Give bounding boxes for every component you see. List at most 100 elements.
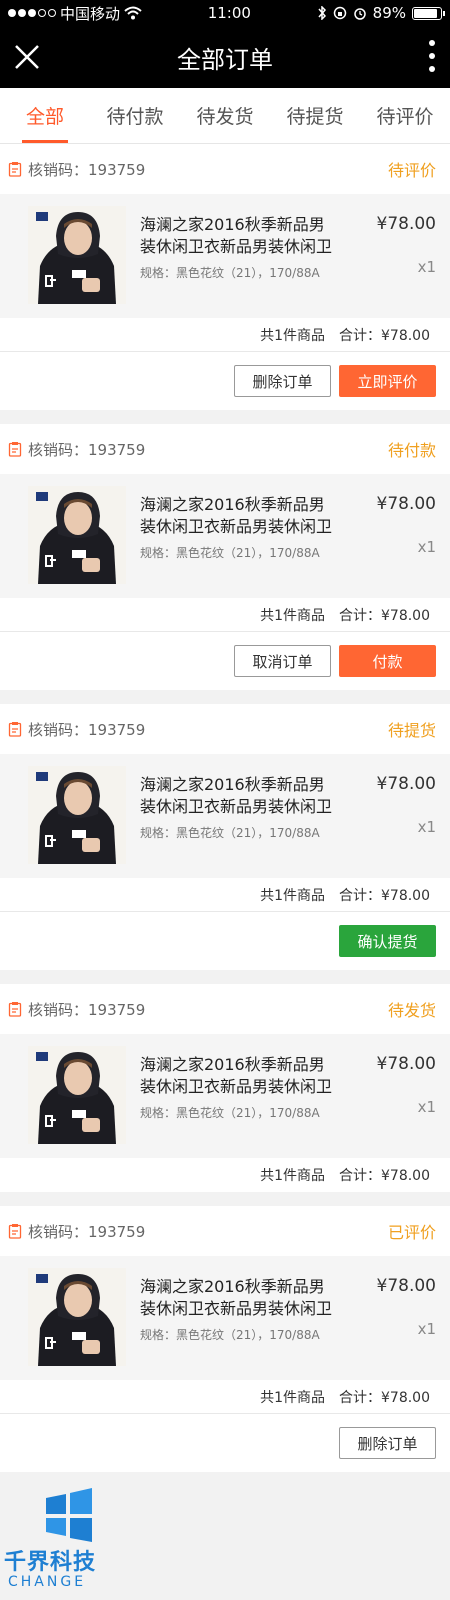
product-price: ¥78.00 [376, 1276, 436, 1296]
clipboard-icon [8, 722, 22, 737]
order-total: 合计：¥78.00 [339, 1168, 430, 1184]
signal-icon [8, 9, 56, 17]
item-count: 共1件商品 [260, 887, 325, 904]
product-image [28, 1046, 126, 1144]
top-bar: 中国移动 11:00 89% 全部订单 [0, 0, 450, 88]
product-image [28, 1268, 126, 1366]
order-header: 核销码：193759 待评价 [0, 144, 450, 194]
item-count: 共1件商品 [260, 1168, 325, 1184]
order-item[interactable]: 海澜之家2016秋季新品男装休闲卫衣新品男装休闲卫衣... 规格：黑色花纹（21… [0, 1256, 450, 1380]
product-name: 海澜之家2016秋季新品男装休闲卫衣新品男装休闲卫衣... [140, 1277, 333, 1318]
item-count: 共1件商品 [260, 327, 325, 344]
order-card[interactable]: 核销码：193759 待提货 海澜之家2016秋季新品男装休闲卫衣新品男装休闲卫… [0, 704, 450, 970]
product-price: ¥78.00 [376, 774, 436, 794]
order-status: 已评价 [387, 1223, 436, 1242]
product-price: ¥78.00 [376, 1054, 436, 1074]
product-quantity: x1 [417, 1320, 436, 1338]
more-options-icon[interactable] [426, 40, 438, 72]
order-status: 待评价 [387, 161, 436, 180]
verification-code: 核销码：193759 [8, 159, 145, 180]
product-name: 海澜之家2016秋季新品男装休闲卫衣新品男装休闲卫衣... [140, 775, 333, 816]
order-card[interactable]: 核销码：193759 待付款 海澜之家2016秋季新品男装休闲卫衣新品男装休闲卫… [0, 424, 450, 690]
order-list-page: 中国移动 11:00 89% 全部订单 全部 待付款 待发货 待提货 待评价 核… [0, 0, 450, 1600]
product-spec: 规格：黑色花纹（21），170/88A [140, 826, 320, 840]
clipboard-icon [8, 1224, 22, 1239]
verification-code-text: 核销码：193759 [28, 1222, 146, 1241]
verification-code-text: 核销码：193759 [28, 440, 146, 459]
tab-pending-pickup[interactable]: 待提货 [270, 88, 360, 143]
watermark-name: 千界科技 [4, 1550, 97, 1575]
product-image [28, 766, 126, 864]
status-bar: 中国移动 11:00 89% [0, 0, 450, 26]
product-quantity: x1 [417, 1098, 436, 1116]
product-name: 海澜之家2016秋季新品男装休闲卫衣新品男装休闲卫衣... [140, 495, 333, 536]
order-summary: 共1件商品 合计：¥78.00 [0, 878, 450, 912]
tab-pending-payment[interactable]: 待付款 [90, 88, 180, 143]
product-quantity: x1 [417, 258, 436, 276]
product-quantity: x1 [417, 818, 436, 836]
cancel-order-button[interactable]: 取消订单 [234, 645, 331, 677]
confirm-pickup-button[interactable]: 确认提货 [339, 925, 436, 957]
item-count: 共1件商品 [260, 607, 325, 624]
title-bar: 全部订单 [0, 26, 450, 88]
verification-code: 核销码：193759 [8, 1221, 145, 1242]
order-header: 核销码：193759 待提货 [0, 704, 450, 754]
product-price: ¥78.00 [376, 214, 436, 234]
tab-pending-shipment[interactable]: 待发货 [180, 88, 270, 143]
delete-order-button[interactable]: 删除订单 [339, 1427, 436, 1459]
battery-percent: 89% [372, 4, 406, 22]
order-card[interactable]: 核销码：193759 待发货 海澜之家2016秋季新品男装休闲卫衣新品男装休闲卫… [0, 984, 450, 1192]
product-name: 海澜之家2016秋季新品男装休闲卫衣新品男装休闲卫衣... [140, 1055, 333, 1096]
verification-code-text: 核销码：193759 [28, 1000, 146, 1019]
close-icon[interactable] [12, 42, 42, 72]
order-actions: 取消订单 付款 [0, 632, 450, 690]
order-status: 待提货 [387, 721, 436, 740]
battery-icon [412, 6, 445, 20]
product-price: ¥78.00 [376, 494, 436, 514]
order-list: 核销码：193759 待评价 海澜之家2016秋季新品男装休闲卫衣新品男装休闲卫… [0, 144, 450, 1472]
review-now-button[interactable]: 立即评价 [339, 365, 436, 397]
order-header: 核销码：193759 待发货 [0, 984, 450, 1034]
product-name: 海澜之家2016秋季新品男装休闲卫衣新品男装休闲卫衣... [140, 215, 333, 256]
product-spec: 规格：黑色花纹（21），170/88A [140, 546, 320, 560]
product-image [28, 486, 126, 584]
tab-pending-review[interactable]: 待评价 [360, 88, 450, 143]
product-image [28, 206, 126, 304]
carrier-label: 中国移动 [60, 4, 121, 23]
pay-button[interactable]: 付款 [339, 645, 436, 677]
order-header: 核销码：193759 待付款 [0, 424, 450, 474]
verification-code-text: 核销码：193759 [28, 720, 146, 739]
order-total: 合计：¥78.00 [339, 607, 430, 624]
order-summary: 共1件商品 合计：¥78.00 [0, 1380, 450, 1414]
order-card[interactable]: 核销码：193759 已评价 海澜之家2016秋季新品男装休闲卫衣新品男装休闲卫… [0, 1206, 450, 1472]
clock: 11:00 [207, 4, 251, 22]
order-tabs: 全部 待付款 待发货 待提货 待评价 [0, 88, 450, 144]
order-actions: 删除订单 立即评价 [0, 352, 450, 410]
product-spec: 规格：黑色花纹（21），170/88A [140, 1106, 320, 1120]
order-status: 待付款 [387, 441, 436, 460]
order-total: 合计：¥78.00 [339, 887, 430, 904]
verification-code: 核销码：193759 [8, 999, 145, 1020]
order-item[interactable]: 海澜之家2016秋季新品男装休闲卫衣新品男装休闲卫衣... 规格：黑色花纹（21… [0, 754, 450, 878]
watermark-sub: CHANGE [8, 1574, 87, 1590]
order-item[interactable]: 海澜之家2016秋季新品男装休闲卫衣新品男装休闲卫衣... 规格：黑色花纹（21… [0, 1034, 450, 1158]
alarm-icon [353, 8, 366, 20]
order-card[interactable]: 核销码：193759 待评价 海澜之家2016秋季新品男装休闲卫衣新品男装休闲卫… [0, 144, 450, 410]
order-item[interactable]: 海澜之家2016秋季新品男装休闲卫衣新品男装休闲卫衣... 规格：黑色花纹（21… [0, 194, 450, 318]
verification-code: 核销码：193759 [8, 439, 145, 460]
orientation-lock-icon [333, 6, 346, 20]
product-quantity: x1 [417, 538, 436, 556]
order-total: 合计：¥78.00 [339, 327, 430, 344]
tab-all[interactable]: 全部 [0, 88, 90, 143]
order-status: 待发货 [387, 1001, 436, 1020]
page-title: 全部订单 [177, 45, 273, 74]
order-actions: 删除订单 [0, 1414, 450, 1472]
clipboard-icon [8, 162, 22, 177]
product-spec: 规格：黑色花纹（21），170/88A [140, 266, 320, 280]
delete-order-button[interactable]: 删除订单 [234, 365, 331, 397]
product-spec: 规格：黑色花纹（21），170/88A [140, 1328, 320, 1342]
verification-code-text: 核销码：193759 [28, 160, 146, 179]
order-item[interactable]: 海澜之家2016秋季新品男装休闲卫衣新品男装休闲卫衣... 规格：黑色花纹（21… [0, 474, 450, 598]
window-logo-icon [46, 1488, 92, 1542]
item-count: 共1件商品 [260, 1389, 325, 1406]
